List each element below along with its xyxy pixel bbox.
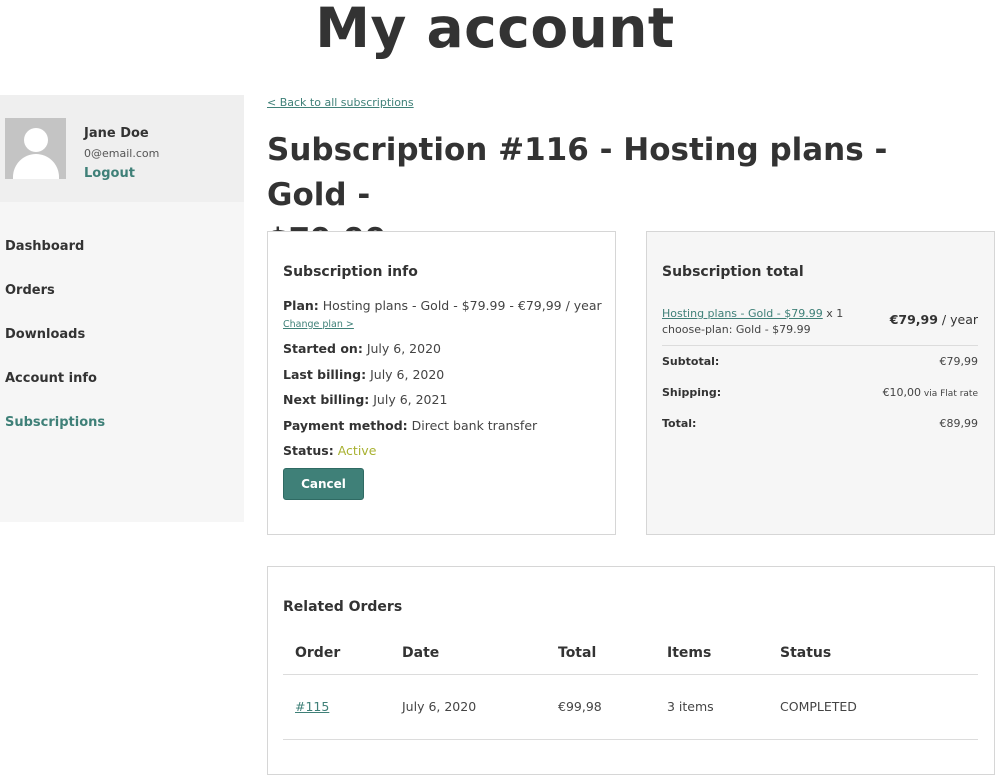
started-label: Started on: [283,341,363,356]
subscription-info-box: Subscription info Plan: Hosting plans - … [267,231,616,535]
line-item-meta: choose-plan: Gold - $79.99 [662,323,811,336]
subscription-total-box: Subscription total Hosting plans - Gold … [646,231,995,535]
order-status: COMPLETED [780,699,857,714]
column-header-items: Items [667,645,712,661]
line-item-product-link[interactable]: Hosting plans - Gold - $79.99 [662,307,823,320]
payment-method-row: Payment method: Direct bank transfer [283,418,537,433]
user-name: Jane Doe [84,126,149,141]
nav-item-dashboard[interactable]: Dashboard [5,239,84,254]
order-number-link[interactable]: #115 [295,699,329,714]
nav-item-downloads[interactable]: Downloads [5,327,85,342]
last-billing-value: July 6, 2020 [370,367,445,382]
totals-divider [662,345,978,346]
logout-link[interactable]: Logout [84,166,135,181]
related-orders-heading: Related Orders [283,599,403,615]
line-item-price-amount: €79,99 [889,312,938,327]
shipping-label: Shipping: [662,386,722,399]
user-email: 0@email.com [84,147,160,160]
page-title: My account [315,0,675,60]
payment-method-label: Payment method: [283,418,408,433]
column-header-status: Status [780,645,832,661]
change-plan-link[interactable]: Change plan > [283,319,354,330]
status-value: Active [337,443,377,458]
cancel-subscription-button[interactable]: Cancel [283,468,364,500]
avatar-body-icon [13,154,59,179]
total-label: Total: [662,417,697,430]
subscription-title-line1: Subscription #116 - Hosting plans - Gold… [267,132,888,213]
last-billing-label: Last billing: [283,367,367,382]
line-item-quantity: x 1 [822,307,844,320]
next-billing-label: Next billing: [283,392,370,407]
nav-item-subscriptions[interactable]: Subscriptions [5,415,105,430]
last-billing-row: Last billing: July 6, 2020 [283,367,444,382]
account-sidebar: Jane Doe 0@email.com Logout Dashboard Or… [0,95,244,522]
nav-item-orders[interactable]: Orders [5,283,55,298]
subtotal-value: €79,99 [939,355,979,368]
total-value: €89,99 [939,417,979,430]
column-header-order: Order [295,645,341,661]
nav-item-account-info[interactable]: Account info [5,371,97,386]
line-item: Hosting plans - Gold - $79.99 x 1 choose… [662,306,843,338]
status-label: Status: [283,443,334,458]
line-item-price: €79,99 / year [890,312,978,327]
status-row: Status: Active [283,443,376,458]
order-total: €99,98 [558,699,602,714]
subscription-info-heading: Subscription info [283,264,418,280]
related-orders-box: Related Orders Order Date Total Items St… [267,566,995,775]
table-row-divider [283,739,978,740]
back-to-subscriptions-link[interactable]: < Back to all subscriptions [267,96,414,109]
subscription-total-heading: Subscription total [662,264,804,280]
shipping-method: via Flat rate [921,389,978,399]
avatar [5,118,66,179]
plan-label: Plan: [283,298,319,313]
next-billing-row: Next billing: July 6, 2021 [283,392,447,407]
order-date: July 6, 2020 [402,699,477,714]
started-row: Started on: July 6, 2020 [283,341,441,356]
shipping-value: €10,00 via Flat rate [883,386,978,399]
shipping-amount: €10,00 [882,386,922,399]
avatar-head-icon [24,128,48,152]
order-items: 3 items [667,699,714,714]
user-card: Jane Doe 0@email.com Logout [0,95,244,202]
column-header-date: Date [402,645,440,661]
plan-value: Hosting plans - Gold - $79.99 - €79,99 /… [322,298,602,313]
line-item-price-period: / year [937,312,978,327]
next-billing-value: July 6, 2021 [373,392,448,407]
subtotal-label: Subtotal: [662,355,720,368]
started-value: July 6, 2020 [366,341,441,356]
table-header-divider [283,674,978,675]
column-header-total: Total [558,645,597,661]
plan-row: Plan: Hosting plans - Gold - $79.99 - €7… [283,298,602,313]
payment-method-value: Direct bank transfer [411,418,538,433]
